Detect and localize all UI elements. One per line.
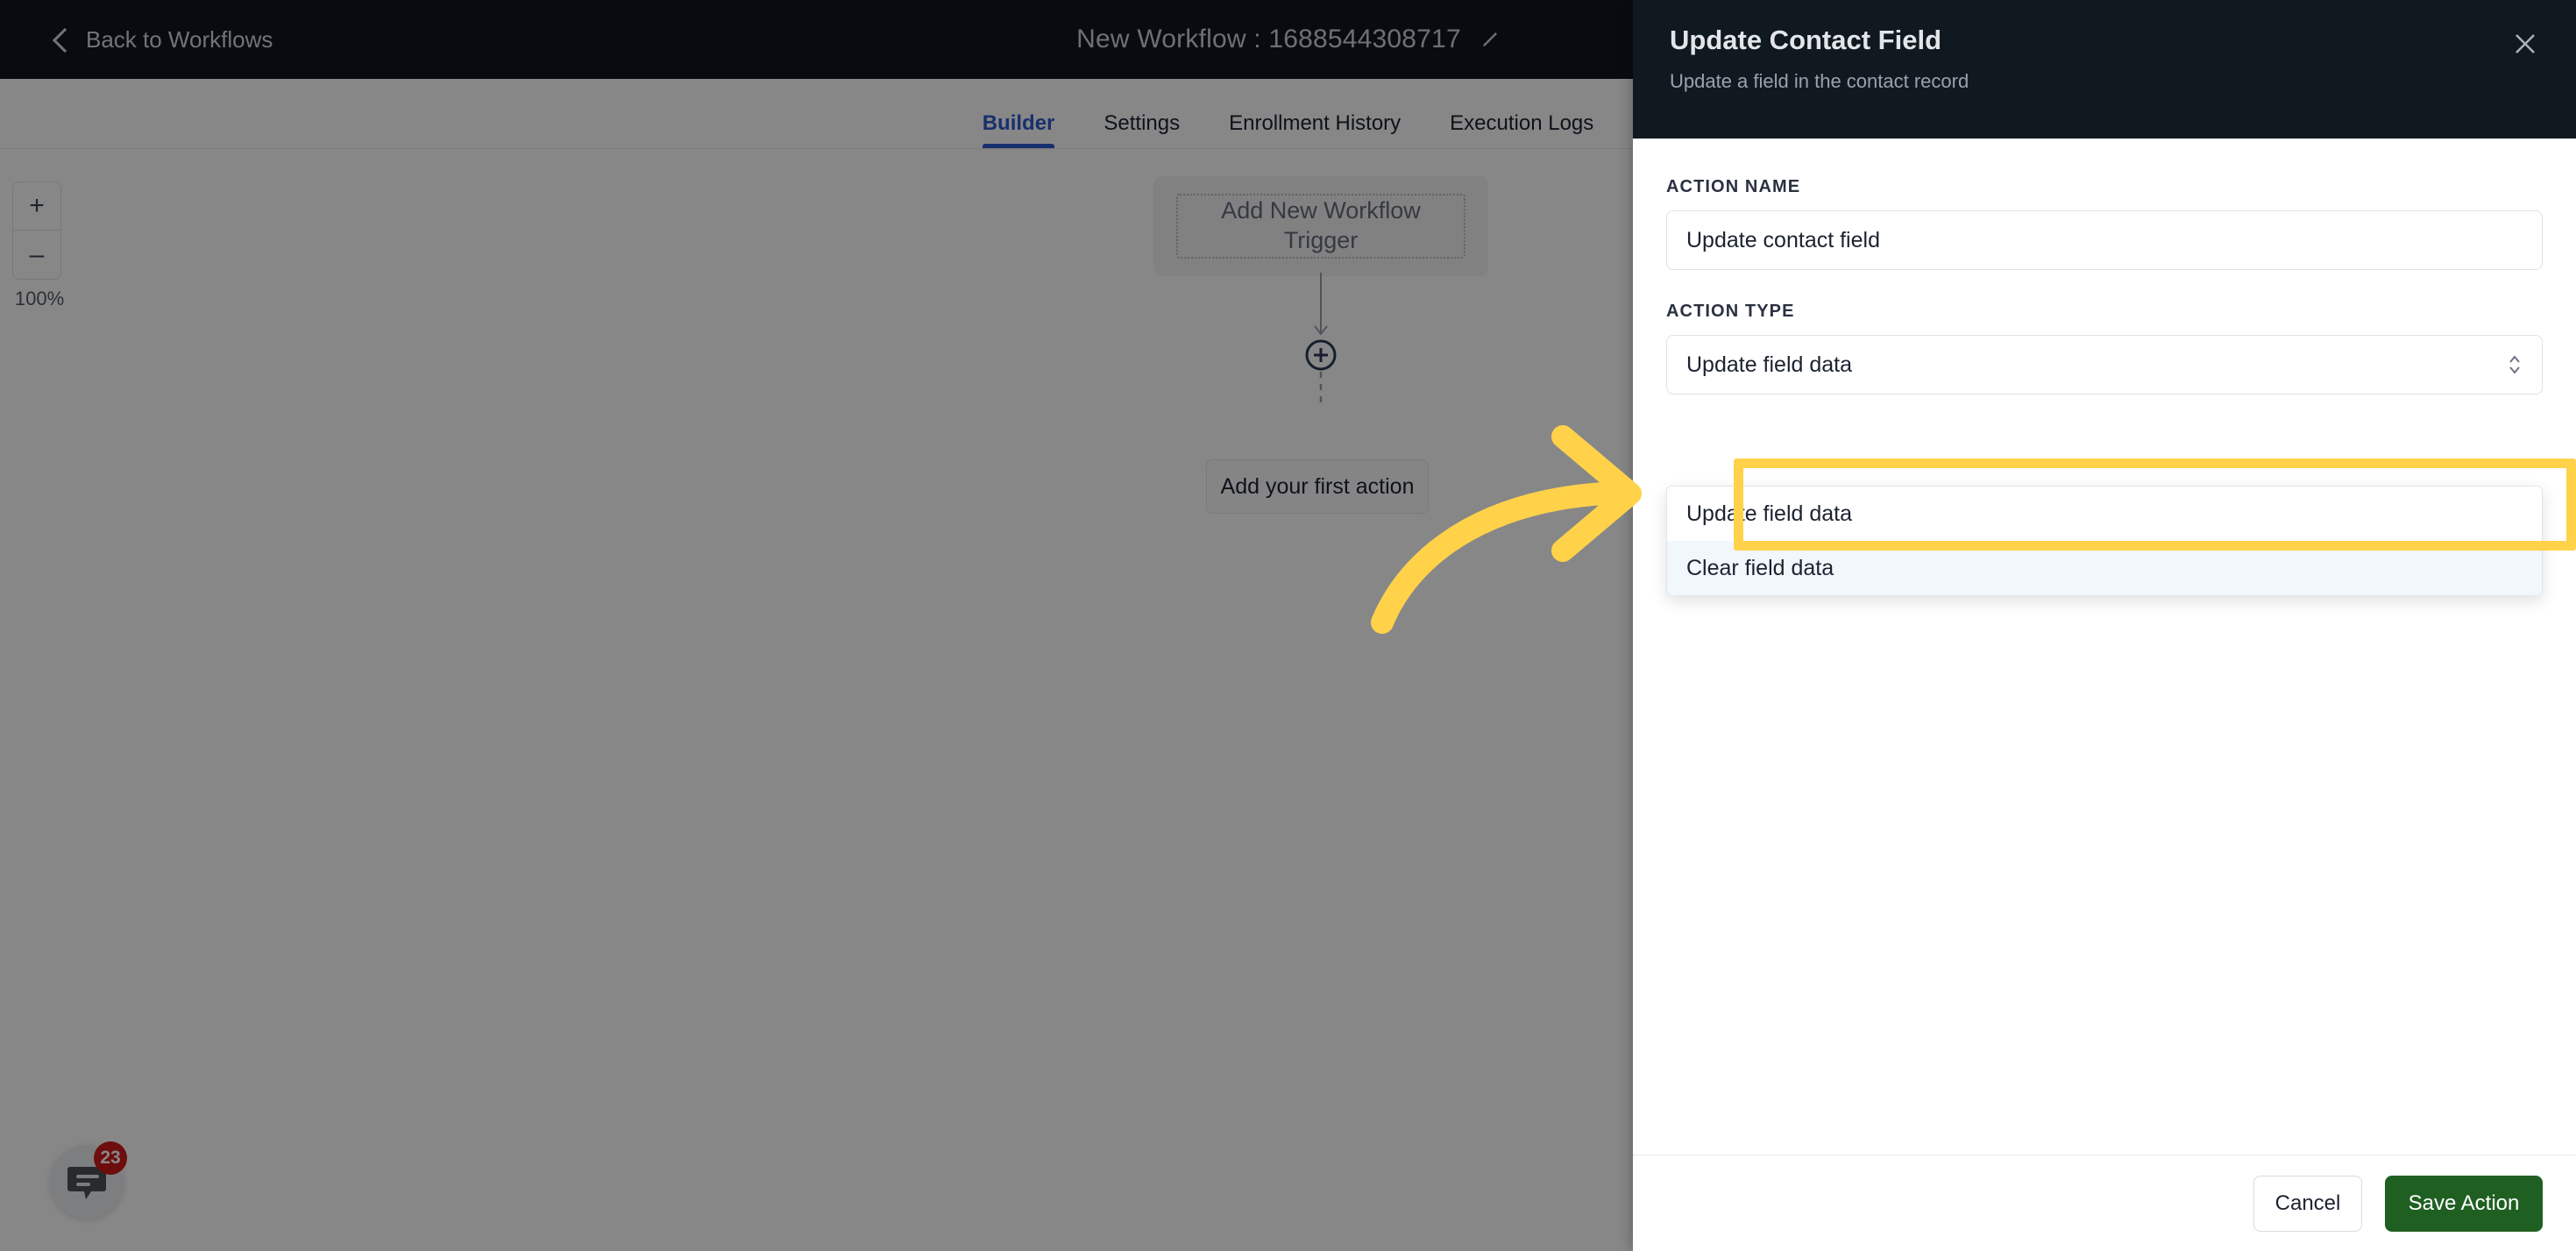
panel-subtitle: Update a field in the contact record [1670, 70, 1969, 92]
chevron-updown-icon [2506, 350, 2523, 380]
dropdown-option-update-field-data[interactable]: Update field data [1667, 487, 2542, 541]
panel-footer: Cancel Save Action [1633, 1155, 2576, 1251]
screen-root: Back to Workflows New Workflow : 1688544… [0, 0, 2576, 1251]
dropdown-option-clear-field-data[interactable]: Clear field data [1667, 541, 2542, 595]
panel-header: Update Contact Field Update a field in t… [1633, 0, 2576, 139]
action-type-select-wrap: Update field data [1666, 335, 2543, 394]
action-type-field-group: ACTION TYPE Update field data [1666, 302, 2543, 394]
panel-title: Update Contact Field [1670, 25, 1942, 55]
action-type-dropdown: Update field data Clear field data [1666, 486, 2543, 596]
panel-body: ACTION NAME ACTION TYPE Update field dat… [1633, 139, 2576, 1155]
action-name-field-group: ACTION NAME [1666, 177, 2543, 270]
action-type-label: ACTION TYPE [1666, 302, 1795, 321]
action-name-input[interactable] [1666, 210, 2543, 270]
close-icon[interactable] [2508, 26, 2543, 61]
action-name-label: ACTION NAME [1666, 177, 1801, 196]
cancel-button[interactable]: Cancel [2253, 1175, 2362, 1232]
save-action-button[interactable]: Save Action [2385, 1175, 2543, 1232]
update-contact-field-panel: Update Contact Field Update a field in t… [1633, 0, 2576, 1251]
action-type-select[interactable]: Update field data [1666, 335, 2543, 394]
